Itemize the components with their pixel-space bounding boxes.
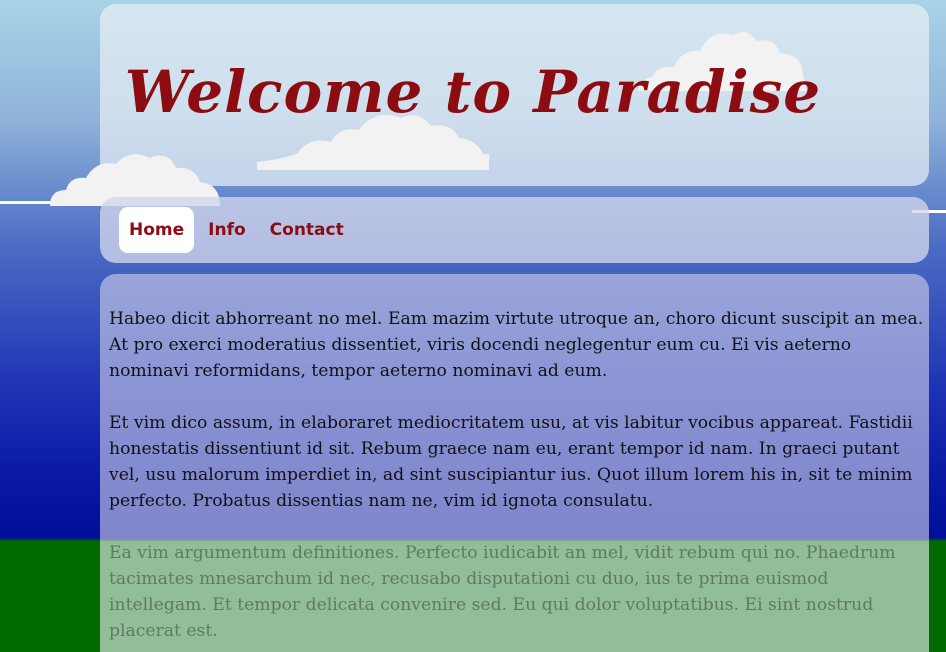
paragraph: Ea vim argumentum definitiones. Perfecto… [109, 543, 896, 641]
paragraph: Et vim dico assum, in elaboraret mediocr… [109, 413, 913, 511]
main-content: Habeo dicit abhorreant no mel. Eam mazim… [109, 306, 924, 652]
site-title: Welcome to Paradise [124, 58, 822, 126]
nav-list: Home Info Contact [119, 207, 354, 253]
nav-item-home[interactable]: Home [119, 207, 195, 253]
paragraph: Habeo dicit abhorreant no mel. Eam mazim… [109, 309, 924, 381]
content-panel: Habeo dicit abhorreant no mel. Eam mazim… [100, 274, 929, 652]
nav-bar: Home Info Contact [100, 197, 929, 263]
nav-item-contact[interactable]: Contact [260, 207, 354, 253]
nav-item-info[interactable]: Info [198, 207, 256, 253]
